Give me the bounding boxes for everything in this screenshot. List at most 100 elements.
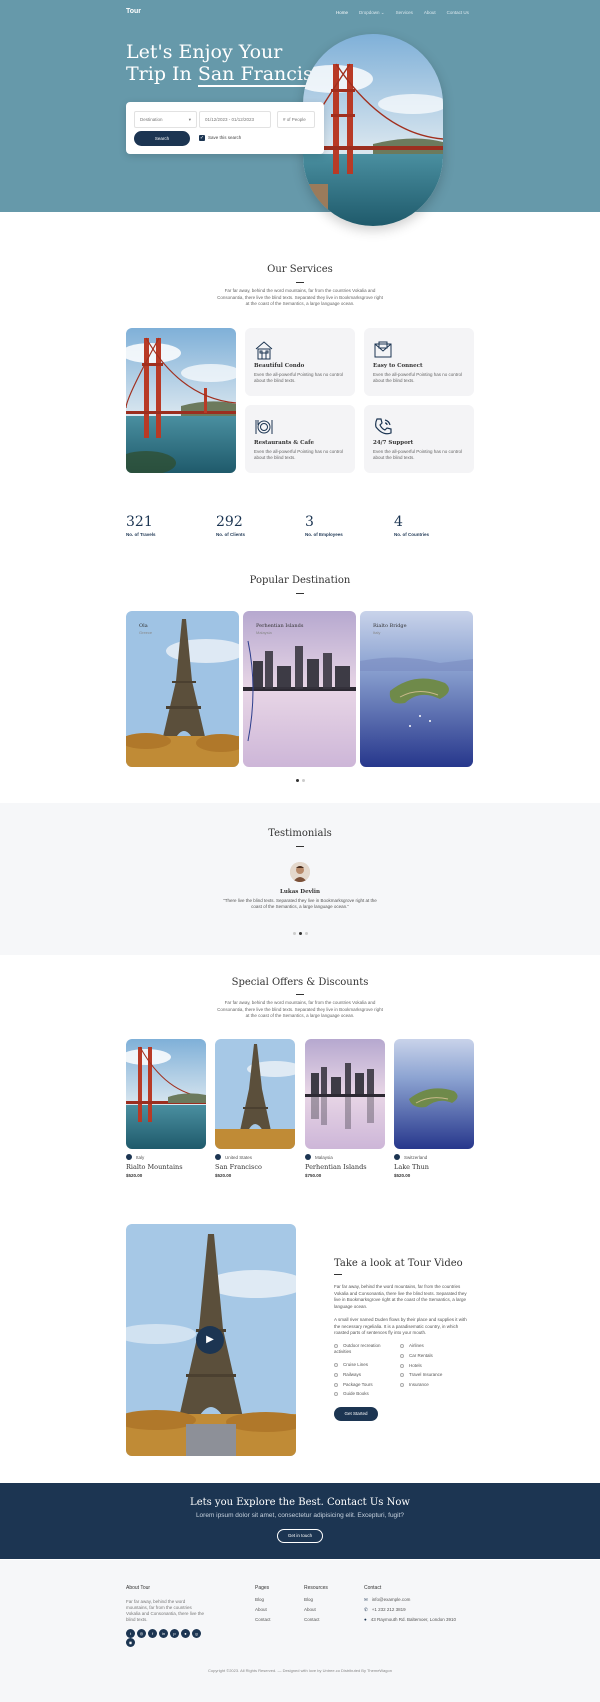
destination-name: Perhentian Islands (256, 623, 304, 629)
footer-pages: Pages Blog About Contact (255, 1585, 271, 1625)
carousel-dot[interactable] (292, 932, 296, 935)
nav-about[interactable]: About (424, 10, 436, 16)
footer: About Tour Far far away, behind the word… (0, 1560, 600, 1702)
hero-image-golden-gate (303, 34, 443, 226)
chevron-down-icon: ⌄ (380, 10, 385, 15)
date-range-input[interactable]: 01/12/2023 - 01/12/2023 (199, 111, 271, 128)
bullet-icon (334, 1382, 338, 1387)
footer-email-text: info@example.com (371, 1597, 411, 1602)
destination-card[interactable]: Perhentian Islands Malaysia (243, 611, 356, 767)
feature-item: Outdoor recreation activities (334, 1343, 392, 1355)
play-icon[interactable]: ▶ (196, 1326, 224, 1354)
destination-country: Italy (373, 630, 381, 635)
footer-email[interactable]: ✉ info@example.com (364, 1595, 456, 1605)
offer-card[interactable]: United States San Francisco $520.00 (215, 1039, 295, 1178)
avatar (290, 862, 310, 882)
nav-home[interactable]: Home (336, 10, 348, 16)
video-thumbnail[interactable]: ▶ (126, 1224, 296, 1456)
footer-link[interactable]: Contact (304, 1615, 328, 1625)
offer-image (215, 1039, 295, 1149)
dining-icon (254, 417, 274, 437)
service-text: Even the all-powerful Pointing has no co… (254, 449, 344, 460)
stat-label: No. of Employees (305, 532, 343, 537)
nav-dropdown[interactable]: Dropdown ⌄ (359, 10, 385, 16)
stat-number: 321 (126, 514, 153, 530)
stat-number: 3 (305, 514, 314, 530)
feature-item: Airlines (400, 1343, 424, 1349)
destination-country: Greece (139, 630, 153, 635)
phone-icon (373, 417, 393, 437)
google-icon[interactable]: g (192, 1629, 201, 1638)
offer-location: United States (215, 1154, 295, 1160)
facebook-icon[interactable]: f (148, 1629, 157, 1638)
offer-card[interactable]: Malaysia Perhentian Islands $750.00 (305, 1039, 385, 1178)
footer-phone-text: +1 232 212 3819 (371, 1607, 406, 1612)
testimonial-dots (291, 931, 309, 937)
bullet-icon (400, 1343, 404, 1348)
dribbble-icon[interactable]: ● (181, 1629, 190, 1638)
location-pin-icon (126, 1154, 132, 1160)
nav-contact[interactable]: Contact Us (447, 10, 469, 16)
service-card-condo[interactable]: Beautiful Condo Even the all-powerful Po… (245, 328, 355, 396)
service-text: Even the all-powerful Pointing has no co… (254, 372, 344, 383)
location-pin-icon (215, 1154, 221, 1160)
carousel-dot[interactable] (304, 932, 308, 935)
service-card-restaurants[interactable]: Restaurants & Cafe Even the all-powerful… (245, 405, 355, 473)
instagram-icon[interactable]: ◎ (137, 1629, 146, 1638)
feature-item: Guide Books (334, 1391, 369, 1397)
service-card-connect[interactable]: Easy to Connect Even the all-powerful Po… (364, 328, 474, 396)
destination-card[interactable]: Rialto Bridge Italy (360, 611, 473, 767)
footer-link[interactable]: About (255, 1605, 271, 1615)
stat-travels: 321 No. of Travels (126, 514, 156, 537)
feature-item: Hotels (400, 1363, 422, 1369)
carousel-dots (294, 778, 306, 784)
offer-card[interactable]: Switzerland Lake Thun $520.00 (394, 1039, 474, 1178)
stat-number: 292 (216, 514, 243, 530)
testimonials-divider (296, 846, 304, 847)
stat-number: 4 (394, 514, 403, 530)
site-logo[interactable]: Tour (126, 8, 141, 15)
carousel-dot[interactable] (295, 779, 299, 782)
hero-title-line1: Let's Enjoy Your (126, 41, 283, 63)
services-image (126, 328, 236, 473)
bullet-icon (334, 1372, 338, 1377)
destination-card[interactable]: Ola Greece (126, 611, 239, 767)
feature-text: Outdoor recreation activities (334, 1343, 381, 1354)
people-input[interactable]: # of People (277, 111, 315, 128)
carousel-dot[interactable] (301, 779, 305, 782)
service-title: Beautiful Condo (254, 363, 305, 369)
stat-countries: 4 No. of Countries (394, 514, 429, 537)
services-subtitle: Far far away, behind the word mountains,… (217, 288, 383, 306)
nav-services[interactable]: Services (396, 10, 413, 16)
popular-divider (296, 593, 304, 594)
footer-contact-title: Contact (364, 1585, 382, 1591)
contact-cta-section: Lets you Explore the Best. Contact Us No… (0, 1483, 600, 1559)
footer-contact: Contact ✉ info@example.com ✆ +1 232 212 38… (364, 1585, 456, 1625)
footer-link[interactable]: Contact (255, 1615, 271, 1625)
search-button[interactable]: Search (134, 131, 190, 146)
offer-card[interactable]: Italy Rialto Mountains $520.00 (126, 1039, 206, 1178)
get-in-touch-button[interactable]: Get in touch (277, 1529, 323, 1543)
hero-title-prefix: Trip In (126, 63, 198, 85)
footer-link[interactable]: Blog (255, 1595, 271, 1605)
stat-employees: 3 No. of Employees (305, 514, 343, 537)
save-search-checkbox[interactable]: ✓ (199, 135, 205, 141)
carousel-dot[interactable] (298, 932, 302, 935)
twitter-icon[interactable]: t (126, 1629, 135, 1638)
footer-link[interactable]: About (304, 1605, 328, 1615)
github-icon[interactable]: ◉ (126, 1638, 135, 1647)
feature-text: Package Tours (343, 1382, 373, 1387)
footer-link[interactable]: Blog (304, 1595, 328, 1605)
video-paragraph-2: A small river named Duden flows by their… (334, 1317, 467, 1335)
pinterest-icon[interactable]: p (170, 1629, 179, 1638)
footer-phone[interactable]: ✆ +1 232 212 3819 (364, 1605, 456, 1615)
linkedin-icon[interactable]: in (159, 1629, 168, 1638)
get-started-button[interactable]: Get Started (334, 1407, 378, 1421)
offers-subtitle: Far far away, behind the word mountains,… (217, 1000, 383, 1018)
bullet-icon (400, 1363, 404, 1368)
destination-select[interactable]: Destination ▾ (134, 111, 197, 128)
video-title: Take a look at Tour Video (334, 1258, 463, 1269)
footer-pages-title: Pages (255, 1585, 270, 1591)
offer-price: $750.00 (305, 1173, 322, 1178)
service-card-support[interactable]: 24/7 Support Even the all-powerful Point… (364, 405, 474, 473)
